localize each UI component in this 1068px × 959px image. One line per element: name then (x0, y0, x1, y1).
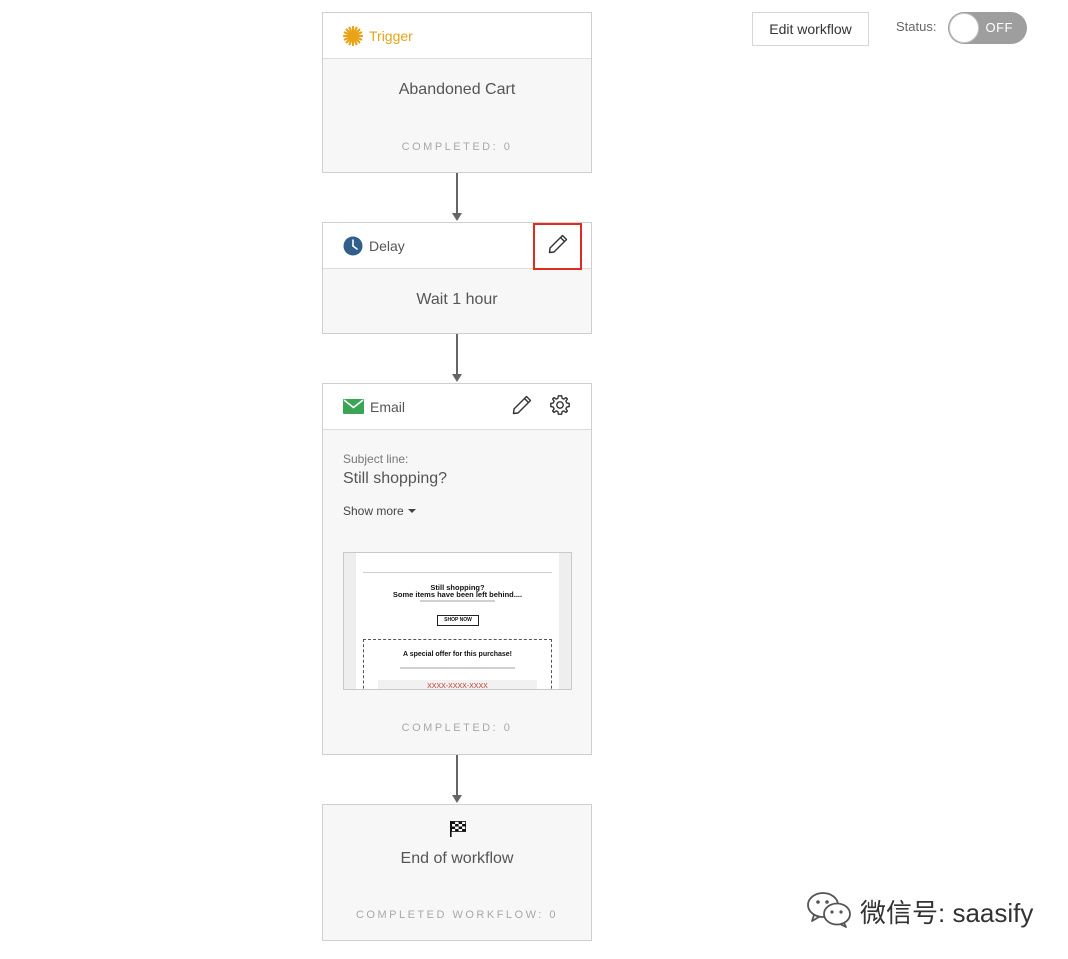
trigger-card[interactable]: Trigger Abandoned Cart COMPLETED: 0 (322, 12, 592, 173)
preview-code: XXXX-XXXX-XXXX (427, 683, 488, 690)
preview-code-box: XXXX-XXXX-XXXX (378, 680, 537, 690)
caret-down-icon (407, 509, 416, 513)
email-card[interactable]: Email Subject line: Still shopping? Show… (322, 383, 592, 755)
email-preview[interactable]: Still shopping? Some items have been lef… (343, 552, 572, 690)
preview-subheadline: Some items have been left behind.... (392, 590, 523, 599)
connector-arrow (456, 755, 458, 795)
preview-fine-print (420, 600, 495, 602)
envelope-icon (343, 399, 364, 414)
delay-text: Wait 1 hour (416, 291, 498, 308)
trigger-card-header: Trigger (323, 13, 591, 59)
show-more-label: Show more (343, 504, 404, 518)
delay-card-header: Delay (323, 223, 591, 270)
edit-workflow-button[interactable]: Edit workflow (752, 12, 869, 46)
show-more-toggle[interactable]: Show more (343, 504, 416, 518)
delay-card[interactable]: Delay Wait 1 hour (322, 222, 592, 334)
preview-divider (363, 572, 552, 573)
email-edit-button[interactable] (508, 393, 536, 421)
status-toggle[interactable]: OFF (948, 12, 1027, 44)
watermark-text: 微信号: saasify (860, 898, 1034, 928)
preview-offer-fine-print (400, 667, 515, 669)
email-settings-button[interactable] (546, 393, 574, 421)
preview-offer-title: A special offer for this purchase! (402, 651, 513, 658)
starburst-icon (343, 25, 363, 46)
connector-arrowhead (452, 374, 462, 382)
delay-edit-button[interactable] (533, 223, 582, 270)
email-title: Email (370, 398, 406, 415)
connector-arrow (456, 334, 458, 374)
wechat-icon (806, 890, 854, 933)
email-completed-count: COMPLETED: 0 (401, 722, 513, 734)
toggle-state-text: OFF (985, 20, 1013, 35)
delay-title: Delay (369, 237, 405, 254)
clock-icon (343, 236, 363, 256)
preview-offer-box: A special offer for this purchase! XXXX-… (363, 639, 552, 690)
pencil-icon (547, 233, 569, 260)
subject-line-value: Still shopping? (343, 470, 448, 487)
connector-arrowhead (452, 795, 462, 803)
subject-line-label: Subject line: (343, 452, 409, 466)
checkered-flag-icon (449, 820, 467, 843)
trigger-title: Trigger (369, 27, 413, 44)
watermark: 微信号: saasify (806, 890, 1033, 933)
email-preview-sheet: Still shopping? Some items have been lef… (356, 553, 559, 690)
end-of-workflow-title: End of workflow (400, 850, 514, 867)
pencil-icon (511, 394, 533, 421)
connector-arrow (456, 173, 458, 213)
toggle-knob (949, 13, 979, 43)
status-label: Status: (896, 19, 937, 34)
gear-icon (549, 394, 571, 421)
preview-shop-now-button: SHOP NOW (437, 615, 479, 626)
end-completed-count: COMPLETED WORKFLOW: 0 (355, 909, 559, 921)
email-card-header: Email (323, 384, 591, 430)
connector-arrowhead (452, 213, 462, 221)
end-of-workflow-card: End of workflow COMPLETED WORKFLOW: 0 (322, 804, 592, 941)
trigger-completed-count: COMPLETED: 0 (401, 141, 513, 153)
trigger-event: Abandoned Cart (398, 81, 516, 98)
